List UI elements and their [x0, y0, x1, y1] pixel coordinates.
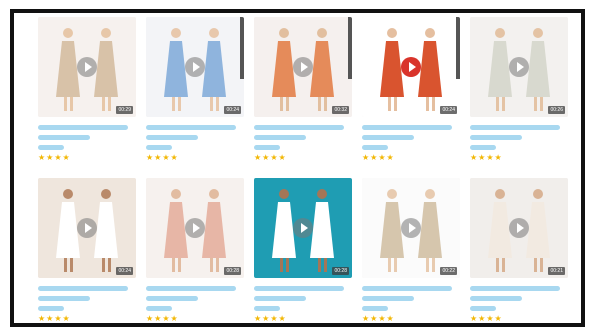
price-placeholder-line	[146, 306, 172, 311]
price-placeholder-line	[254, 145, 280, 150]
subtitle-placeholder-line	[146, 135, 198, 140]
subtitle-placeholder-line	[362, 296, 414, 301]
rating-stars: ★★★★	[254, 314, 287, 323]
product-video-thumbnail[interactable]: 00:29	[38, 17, 136, 117]
product-video-thumbnail[interactable]: 00:22	[362, 178, 460, 278]
video-duration: 00:29	[116, 106, 133, 114]
product-card[interactable]: 00:21 ★★★★	[470, 178, 568, 323]
title-placeholder-line	[362, 125, 452, 130]
play-icon[interactable]	[77, 57, 97, 77]
rating-stars: ★★★★	[146, 153, 179, 162]
price-placeholder-line	[38, 306, 64, 311]
title-placeholder-line	[254, 286, 344, 291]
carousel-scroll-rail	[348, 17, 352, 79]
rating-stars: ★★★★	[254, 153, 287, 162]
play-icon[interactable]	[293, 218, 313, 238]
rating-stars: ★★★★	[38, 314, 71, 323]
title-placeholder-line	[254, 125, 344, 130]
subtitle-placeholder-line	[254, 135, 306, 140]
product-card[interactable]: 00:22 ★★★★	[362, 178, 460, 323]
video-duration: 00:26	[548, 106, 565, 114]
play-icon[interactable]	[509, 57, 529, 77]
video-duration: 00:32	[332, 106, 349, 114]
product-video-thumbnail[interactable]: 00:28	[254, 178, 352, 278]
video-duration: 00:28	[332, 267, 349, 275]
product-grid: 00:29 ★★★★ 00:24 ★★★★ 00:32 ★★★★ 00:24 ★…	[38, 17, 568, 323]
play-icon[interactable]	[401, 218, 421, 238]
video-duration: 00:24	[224, 106, 241, 114]
subtitle-placeholder-line	[146, 296, 198, 301]
product-card[interactable]: 00:32 ★★★★	[254, 17, 352, 172]
product-video-thumbnail[interactable]: 00:21	[470, 178, 568, 278]
title-placeholder-line	[146, 125, 236, 130]
price-placeholder-line	[470, 306, 496, 311]
product-card[interactable]: 00:26 ★★★★	[470, 17, 568, 172]
price-placeholder-line	[470, 145, 496, 150]
price-placeholder-line	[362, 145, 388, 150]
product-video-thumbnail[interactable]: 00:24	[146, 17, 244, 117]
rating-stars: ★★★★	[362, 153, 395, 162]
subtitle-placeholder-line	[470, 135, 522, 140]
subtitle-placeholder-line	[38, 296, 90, 301]
video-duration: 00:21	[548, 267, 565, 275]
carousel-scroll-rail	[240, 17, 244, 79]
screen-frame: 00:29 ★★★★ 00:24 ★★★★ 00:32 ★★★★ 00:24 ★…	[10, 9, 585, 327]
product-video-thumbnail[interactable]: 00:24	[362, 17, 460, 117]
price-placeholder-line	[254, 306, 280, 311]
subtitle-placeholder-line	[38, 135, 90, 140]
rating-stars: ★★★★	[470, 314, 503, 323]
product-video-thumbnail[interactable]: 00:28	[146, 178, 244, 278]
title-placeholder-line	[470, 286, 560, 291]
play-icon[interactable]	[401, 57, 421, 77]
title-placeholder-line	[146, 286, 236, 291]
product-card[interactable]: 00:28 ★★★★	[146, 178, 244, 323]
title-placeholder-line	[470, 125, 560, 130]
subtitle-placeholder-line	[470, 296, 522, 301]
video-duration: 00:28	[224, 267, 241, 275]
video-duration: 00:24	[116, 267, 133, 275]
play-icon[interactable]	[293, 57, 313, 77]
play-icon[interactable]	[185, 218, 205, 238]
product-card[interactable]: 00:29 ★★★★	[38, 17, 136, 172]
play-icon[interactable]	[509, 218, 529, 238]
product-card[interactable]: 00:24 ★★★★	[362, 17, 460, 172]
product-card[interactable]: 00:28 ★★★★	[254, 178, 352, 323]
title-placeholder-line	[362, 286, 452, 291]
price-placeholder-line	[38, 145, 64, 150]
video-duration: 00:22	[440, 267, 457, 275]
rating-stars: ★★★★	[362, 314, 395, 323]
play-icon[interactable]	[185, 57, 205, 77]
carousel-scroll-rail	[456, 17, 460, 79]
rating-stars: ★★★★	[470, 153, 503, 162]
video-duration: 00:24	[440, 106, 457, 114]
product-card[interactable]: 00:24 ★★★★	[146, 17, 244, 172]
title-placeholder-line	[38, 125, 128, 130]
title-placeholder-line	[38, 286, 128, 291]
play-icon[interactable]	[77, 218, 97, 238]
product-card[interactable]: 00:24 ★★★★	[38, 178, 136, 323]
rating-stars: ★★★★	[146, 314, 179, 323]
product-video-thumbnail[interactable]: 00:32	[254, 17, 352, 117]
price-placeholder-line	[362, 306, 388, 311]
product-video-thumbnail[interactable]: 00:26	[470, 17, 568, 117]
product-video-thumbnail[interactable]: 00:24	[38, 178, 136, 278]
price-placeholder-line	[146, 145, 172, 150]
subtitle-placeholder-line	[254, 296, 306, 301]
rating-stars: ★★★★	[38, 153, 71, 162]
subtitle-placeholder-line	[362, 135, 414, 140]
